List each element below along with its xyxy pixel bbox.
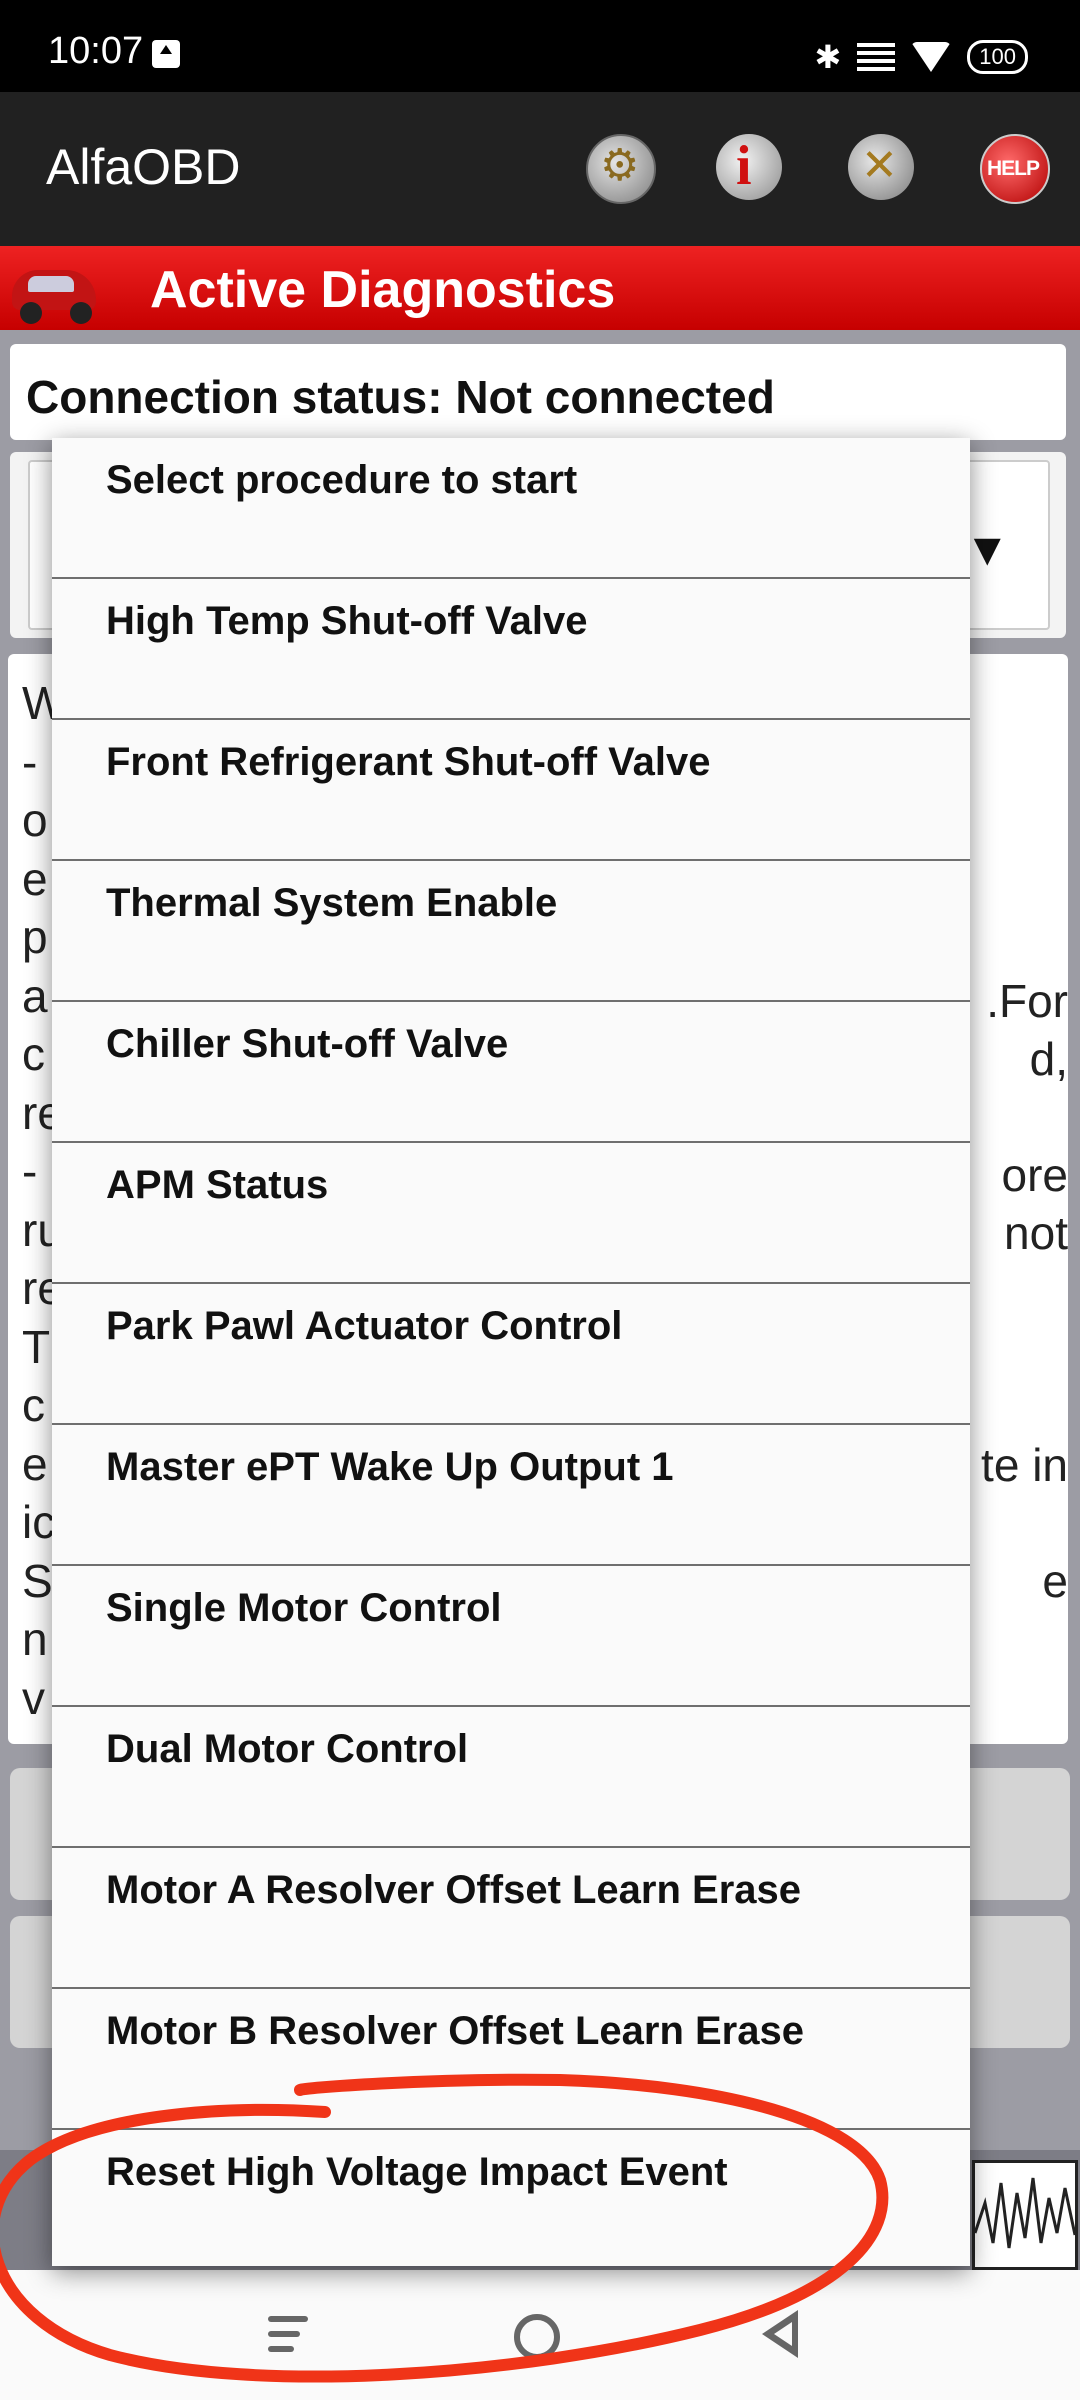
procedure-item-label: High Temp Shut-off Valve <box>106 599 588 643</box>
procedure-item[interactable]: High Temp Shut-off Valve <box>52 579 970 720</box>
procedure-item[interactable]: Park Pawl Actuator Control <box>52 1284 970 1425</box>
help-icon[interactable]: HELP <box>980 134 1050 204</box>
procedure-item[interactable]: Thermal System Enable <box>52 861 970 1002</box>
procedure-item[interactable]: Motor A Resolver Offset Learn Erase <box>52 1848 970 1989</box>
upload-notification-icon <box>152 40 180 68</box>
signal-icon <box>857 43 896 71</box>
back-icon[interactable] <box>762 2310 798 2358</box>
description-fragment: te in <box>975 1438 1068 1492</box>
screen-title-bar: Active Diagnostics <box>0 246 1080 330</box>
procedure-item-label: Motor A Resolver Offset Learn Erase <box>106 1868 802 1912</box>
procedure-item[interactable]: Front Refrigerant Shut-off Valve <box>52 720 970 861</box>
description-fragment: not <box>998 1206 1068 1260</box>
app-bar: AlfaOBD HELP <box>0 92 1080 246</box>
procedure-item-label: Dual Motor Control <box>106 1727 469 1771</box>
connection-status: Connection status: Not connected <box>26 371 775 423</box>
bluetooth-icon: ✱ <box>814 39 842 75</box>
screen-title: Active Diagnostics <box>150 261 616 319</box>
procedure-item[interactable]: Motor B Resolver Offset Learn Erase <box>52 1989 970 2130</box>
procedure-popup-menu: Select procedure to start High Temp Shut-… <box>52 438 970 2266</box>
description-fragment: d, <box>1023 1032 1068 1086</box>
procedure-item-label: Front Refrigerant Shut-off Valve <box>106 740 711 784</box>
tools-icon[interactable] <box>848 134 914 200</box>
procedure-item-label: Park Pawl Actuator Control <box>106 1304 623 1348</box>
status-bar: 10:07 ✱ 100 <box>0 0 1080 92</box>
procedure-item-label: Motor B Resolver Offset Learn Erase <box>106 2009 804 2053</box>
procedure-item[interactable]: Reset High Voltage Impact Event <box>52 2130 970 2271</box>
app-title: AlfaOBD <box>46 139 241 195</box>
description-fragment: .For <box>980 974 1068 1028</box>
procedure-item-label: Thermal System Enable <box>106 881 558 925</box>
status-time: 10:07 <box>48 30 144 72</box>
connection-status-box: Connection status: Not connected <box>10 344 1066 440</box>
car-icon <box>8 252 104 328</box>
battery-icon: 100 <box>967 40 1028 74</box>
info-icon[interactable] <box>716 134 782 200</box>
settings-gear-icon[interactable] <box>586 134 656 204</box>
procedure-item-label: Reset High Voltage Impact Event <box>106 2150 728 2194</box>
procedure-item[interactable]: Single Motor Control <box>52 1566 970 1707</box>
status-icons: ✱ 100 <box>814 38 1028 76</box>
menu-icon[interactable] <box>268 2316 308 2361</box>
procedure-item-label: Select procedure to start <box>106 458 578 502</box>
help-label: HELP <box>987 157 1040 180</box>
wifi-icon <box>911 42 952 72</box>
procedure-item[interactable]: Chiller Shut-off Valve <box>52 1002 970 1143</box>
procedure-item[interactable]: Master ePT Wake Up Output 1 <box>52 1425 970 1566</box>
procedure-item-label: Chiller Shut-off Valve <box>106 1022 509 1066</box>
description-fragment: ore <box>995 1148 1068 1202</box>
procedure-placeholder-item[interactable]: Select procedure to start <box>52 438 970 579</box>
description-fragment: e <box>1036 1554 1068 1608</box>
dropdown-arrow-icon: ▼ <box>964 523 1010 575</box>
procedure-item[interactable]: Dual Motor Control <box>52 1707 970 1848</box>
procedure-item-label: Master ePT Wake Up Output 1 <box>106 1445 674 1489</box>
procedure-item[interactable]: APM Status <box>52 1143 970 1284</box>
procedure-item-label: APM Status <box>106 1163 329 1207</box>
procedure-item-label: Single Motor Control <box>106 1586 502 1630</box>
waveform-icon[interactable] <box>972 2160 1078 2270</box>
system-nav-bar <box>0 2270 1080 2400</box>
home-icon[interactable] <box>514 2314 560 2360</box>
